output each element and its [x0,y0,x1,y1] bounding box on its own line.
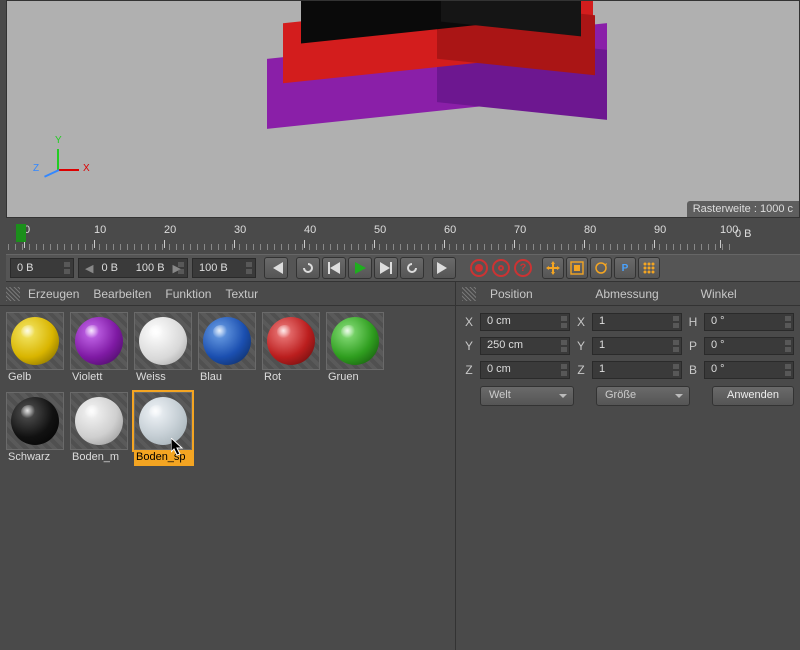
material-rot[interactable]: Rot [262,312,322,388]
timeline-tick: 20 [164,224,176,236]
psr-mode-button[interactable]: P [614,257,636,279]
scale-axis-label: X [574,315,588,329]
snap-grid-button[interactable] [638,257,660,279]
scale-z-field[interactable]: 1 [592,361,682,379]
material-label: Gelb [6,370,66,386]
timeline-tick: 40 [304,224,316,236]
pos-axis-label: Y [462,339,476,353]
play-button[interactable] [348,257,372,279]
position-y-field[interactable]: 250 cm [480,337,570,355]
material-label: Rot [262,370,322,386]
menu-funktion[interactable]: Funktion [165,287,211,301]
apply-button[interactable]: Anwenden [712,386,794,406]
attr-row-x: X0 cmX1H0 ° [462,310,794,334]
panel-grip-icon[interactable] [6,287,20,301]
attr-row-y: Y250 cmY1P0 ° [462,334,794,358]
timeline-tick: 10 [94,224,106,236]
axis-y-label: Y [55,135,62,146]
record-button[interactable] [470,259,488,277]
timeline-tick: 60 [444,224,456,236]
undo-button[interactable] [296,257,320,279]
angle-b-field[interactable]: 0 ° [704,361,794,379]
keyframe-help-button[interactable]: ? [514,259,532,277]
attr-tab-position[interactable]: Position [484,287,589,301]
material-label: Blau [198,370,258,386]
attr-tab-abmessung[interactable]: Abmessung [589,287,694,301]
timeline-tick: 80 [584,224,596,236]
move-mode-button[interactable] [542,257,564,279]
axis-gizmo: X Y Z [37,149,77,189]
go-start-button[interactable] [264,257,288,279]
angle-axis-label: B [686,363,700,377]
material-blau[interactable]: Blau [198,312,258,388]
redo-button[interactable] [400,257,424,279]
range-start-field[interactable]: 0 B [10,258,74,278]
attr-row-z: Z0 cmZ1B0 ° [462,358,794,382]
coord-space-dropdown[interactable]: Welt [480,386,574,406]
material-label: Boden_sp [134,450,194,466]
grid-spacing-hint: Rasterweite : 1000 c [687,201,799,217]
material-label: Schwarz [6,450,66,466]
material-boden_m[interactable]: Boden_m [70,392,130,468]
timeline-playhead[interactable] [16,224,26,242]
angle-axis-label: H [686,315,700,329]
go-end-button[interactable] [432,257,456,279]
material-menu-bar: Erzeugen Bearbeiten Funktion Textur [0,282,455,306]
material-grid[interactable]: GelbViolettWeissBlauRotGruenSchwarzBoden… [0,306,455,474]
timeline-ruler[interactable]: 0102030405060708090100 [8,224,732,250]
timeline-tick: 90 [654,224,666,236]
angle-h-field[interactable]: 0 ° [704,313,794,331]
timeline-toolbar: 0 B ◀ 0 B 100 B ▶ 100 B ? P [6,254,800,282]
rotate-mode-button[interactable] [590,257,612,279]
material-violett[interactable]: Violett [70,312,130,388]
material-gruen[interactable]: Gruen [326,312,386,388]
scale-x-field[interactable]: 1 [592,313,682,331]
angle-axis-label: P [686,339,700,353]
range-span-field[interactable]: ◀ 0 B 100 B ▶ [78,258,188,278]
attribute-panel: Position Abmessung Winkel X0 cmX1H0 °Y25… [455,282,800,650]
material-manager: Erzeugen Bearbeiten Funktion Textur Gelb… [0,282,455,650]
timeline-tick: 50 [374,224,386,236]
material-label: Gruen [326,370,386,386]
scene-geometry [237,0,617,111]
scale-axis-label: Y [574,339,588,353]
menu-erzeugen[interactable]: Erzeugen [28,287,79,301]
position-z-field[interactable]: 0 cm [480,361,570,379]
range-end-field[interactable]: 100 B [192,258,256,278]
pos-axis-label: X [462,315,476,329]
scale-mode-button[interactable] [566,257,588,279]
attr-tab-winkel[interactable]: Winkel [695,287,800,301]
pos-axis-label: Z [462,363,476,377]
menu-textur[interactable]: Textur [225,287,258,301]
axis-x-label: X [83,163,90,174]
viewport-3d[interactable]: X Y Z Rasterweite : 1000 c [6,0,800,218]
angle-p-field[interactable]: 0 ° [704,337,794,355]
material-gelb[interactable]: Gelb [6,312,66,388]
timeline-tick: 70 [514,224,526,236]
material-schwarz[interactable]: Schwarz [6,392,66,468]
size-mode-dropdown[interactable]: Größe [596,386,690,406]
menu-bearbeiten[interactable]: Bearbeiten [93,287,151,301]
material-weiss[interactable]: Weiss [134,312,194,388]
scale-y-field[interactable]: 1 [592,337,682,355]
panel-grip-icon[interactable] [462,287,476,301]
material-label: Boden_m [70,450,130,466]
axis-z-label: Z [33,163,39,174]
prev-frame-button[interactable] [322,257,346,279]
timeline-tick: 30 [234,224,246,236]
autokey-button[interactable] [492,259,510,277]
scale-axis-label: Z [574,363,588,377]
position-x-field[interactable]: 0 cm [480,313,570,331]
next-frame-button[interactable] [374,257,398,279]
material-label: Weiss [134,370,194,386]
timeline-current-frame: 0 B [735,228,795,240]
material-boden_sp[interactable]: Boden_sp [134,392,194,468]
material-label: Violett [70,370,130,386]
